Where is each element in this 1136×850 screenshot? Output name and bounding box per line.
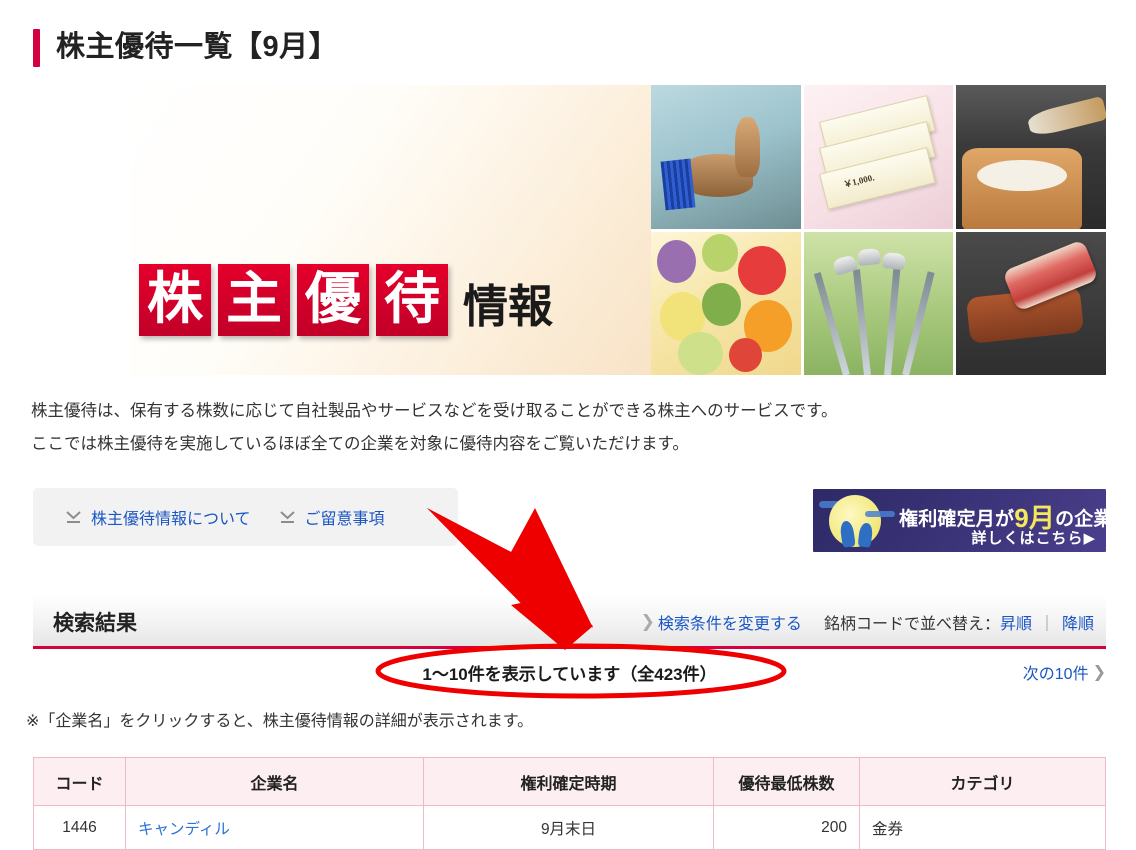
link-notes-label: ご留意事項 [304, 511, 385, 528]
search-result-header: 検索結果 ❯ 検索条件を変更する 銘柄コードで並べ替え： 昇順 ｜ 降順 [33, 597, 1106, 649]
column-header-company[interactable]: 企業名 [125, 757, 424, 806]
page-root: 株主優待一覧【9月】 株 主 優 待 情報 ￥1,000. 株主優待は、保有する… [0, 0, 1136, 850]
ad-cloud-icon [865, 511, 895, 517]
benefits-table-body: 1446 キャンディル 9月末日 200 金券 [33, 805, 1106, 850]
gift-voucher-photo: ￥1,000. [803, 85, 954, 229]
table-note: ※「企業名」をクリックすると、株主優待情報の詳細が表示されます。 [26, 713, 534, 730]
benefits-table-head: コード 企業名 権利確定時期 優待最低株数 カテゴリ [33, 757, 1106, 806]
cell-period: 9月末日 [423, 805, 714, 850]
fruits-photo [651, 231, 801, 375]
change-search-condition-link[interactable]: ❯ 検索条件を変更する [641, 610, 802, 634]
september-companies-ad-banner[interactable]: 権利確定月が9月の企業 詳しくはこちら▶ [813, 489, 1106, 552]
result-count-row: 1～10件を表示しています（全423件） 次の10件 ❯ [33, 660, 1106, 685]
chevron-down-icon [279, 510, 296, 525]
onsen-photo [651, 85, 801, 229]
onsen-towel [660, 158, 696, 210]
sort-label: 銘柄コードで並べ替え： [823, 615, 1000, 633]
table-row: 1446 キャンディル 9月末日 200 金券 [33, 805, 1106, 850]
cell-min-shares: 200 [713, 805, 860, 850]
change-search-condition-label: 検索条件を変更する [657, 615, 802, 633]
sort-descending-link[interactable]: 降順 [1062, 610, 1094, 634]
hero-logo: 株 主 優 待 情報 [139, 250, 553, 336]
link-about-benefit-info-label: 株主優待情報について [91, 511, 251, 528]
hero-kanji-1: 株 [139, 264, 211, 336]
cell-category: 金券 [859, 805, 1106, 850]
moon-icon [829, 495, 881, 547]
link-notes[interactable]: ご留意事項 [279, 505, 385, 529]
column-header-min-shares[interactable]: 優待最低株数 [713, 757, 860, 806]
search-result-title: 検索結果 [53, 611, 137, 635]
benefits-table: コード 企業名 権利確定時期 優待最低株数 カテゴリ 1446 キャンディル 9… [33, 757, 1106, 850]
sort-separator: ｜ [1038, 615, 1055, 633]
chevron-down-icon [65, 510, 82, 525]
cell-code: 1446 [33, 805, 126, 850]
page-title: 株主優待一覧【9月】 [56, 31, 339, 64]
hero-logo-suffix: 情報 [463, 281, 554, 332]
lead-line-1: 株主優待は、保有する株数に応じて自社製品やサービスなどを受け取ることができる株主… [31, 402, 838, 420]
hero-kanji-4: 待 [376, 264, 448, 336]
hero-kanji-3: 優 [297, 264, 369, 336]
page-title-container: 株主優待一覧【9月】 [33, 14, 338, 82]
hero-logo-area: 株 主 優 待 情報 [131, 85, 651, 375]
column-header-period[interactable]: 権利確定時期 [423, 757, 714, 806]
rice-photo [956, 85, 1106, 229]
next-page-label: 次の10件 [1022, 666, 1089, 683]
link-about-benefit-info[interactable]: 株主優待情報について [65, 505, 251, 529]
hero-photo-grid: ￥1,000. [651, 85, 1106, 375]
column-header-category[interactable]: カテゴリ [859, 757, 1106, 806]
sort-ascending-link[interactable]: 昇順 [1000, 610, 1032, 634]
column-header-code[interactable]: コード [33, 757, 126, 806]
company-link[interactable]: キャンディル [138, 821, 230, 838]
hero-kanji-2: 主 [218, 264, 290, 336]
ad-cta-label: 詳しくはこちら▶ [971, 530, 1096, 547]
hero-banner: 株 主 優 待 情報 ￥1,000. [131, 85, 1106, 375]
result-count-text: 1～10件を表示しています（全423件） [422, 665, 717, 684]
chevron-right-icon: ❯ [1092, 664, 1106, 681]
golf-photo [803, 231, 954, 375]
search-result-tools: ❯ 検索条件を変更する 銘柄コードで並べ替え： 昇順 ｜ 降順 [641, 610, 1094, 634]
table-header-row: コード 企業名 権利確定時期 優待最低株数 カテゴリ [33, 757, 1106, 806]
next-page-link[interactable]: 次の10件 ❯ [1023, 660, 1106, 684]
title-accent-bar [33, 28, 40, 67]
cell-company: キャンディル [125, 805, 424, 850]
lead-paragraph: 株主優待は、保有する株数に応じて自社製品やサービスなどを受け取ることができる株主… [31, 395, 1091, 461]
chevron-right-icon: ❯ [640, 611, 655, 631]
beef-photo [956, 231, 1106, 375]
lead-line-2: ここでは株主優待を実施しているほぼ全ての企業を対象に優待内容をご覧いただけます。 [31, 435, 689, 453]
rice-spoon [1026, 96, 1106, 139]
info-link-box: 株主優待情報について ご留意事項 [33, 488, 458, 546]
